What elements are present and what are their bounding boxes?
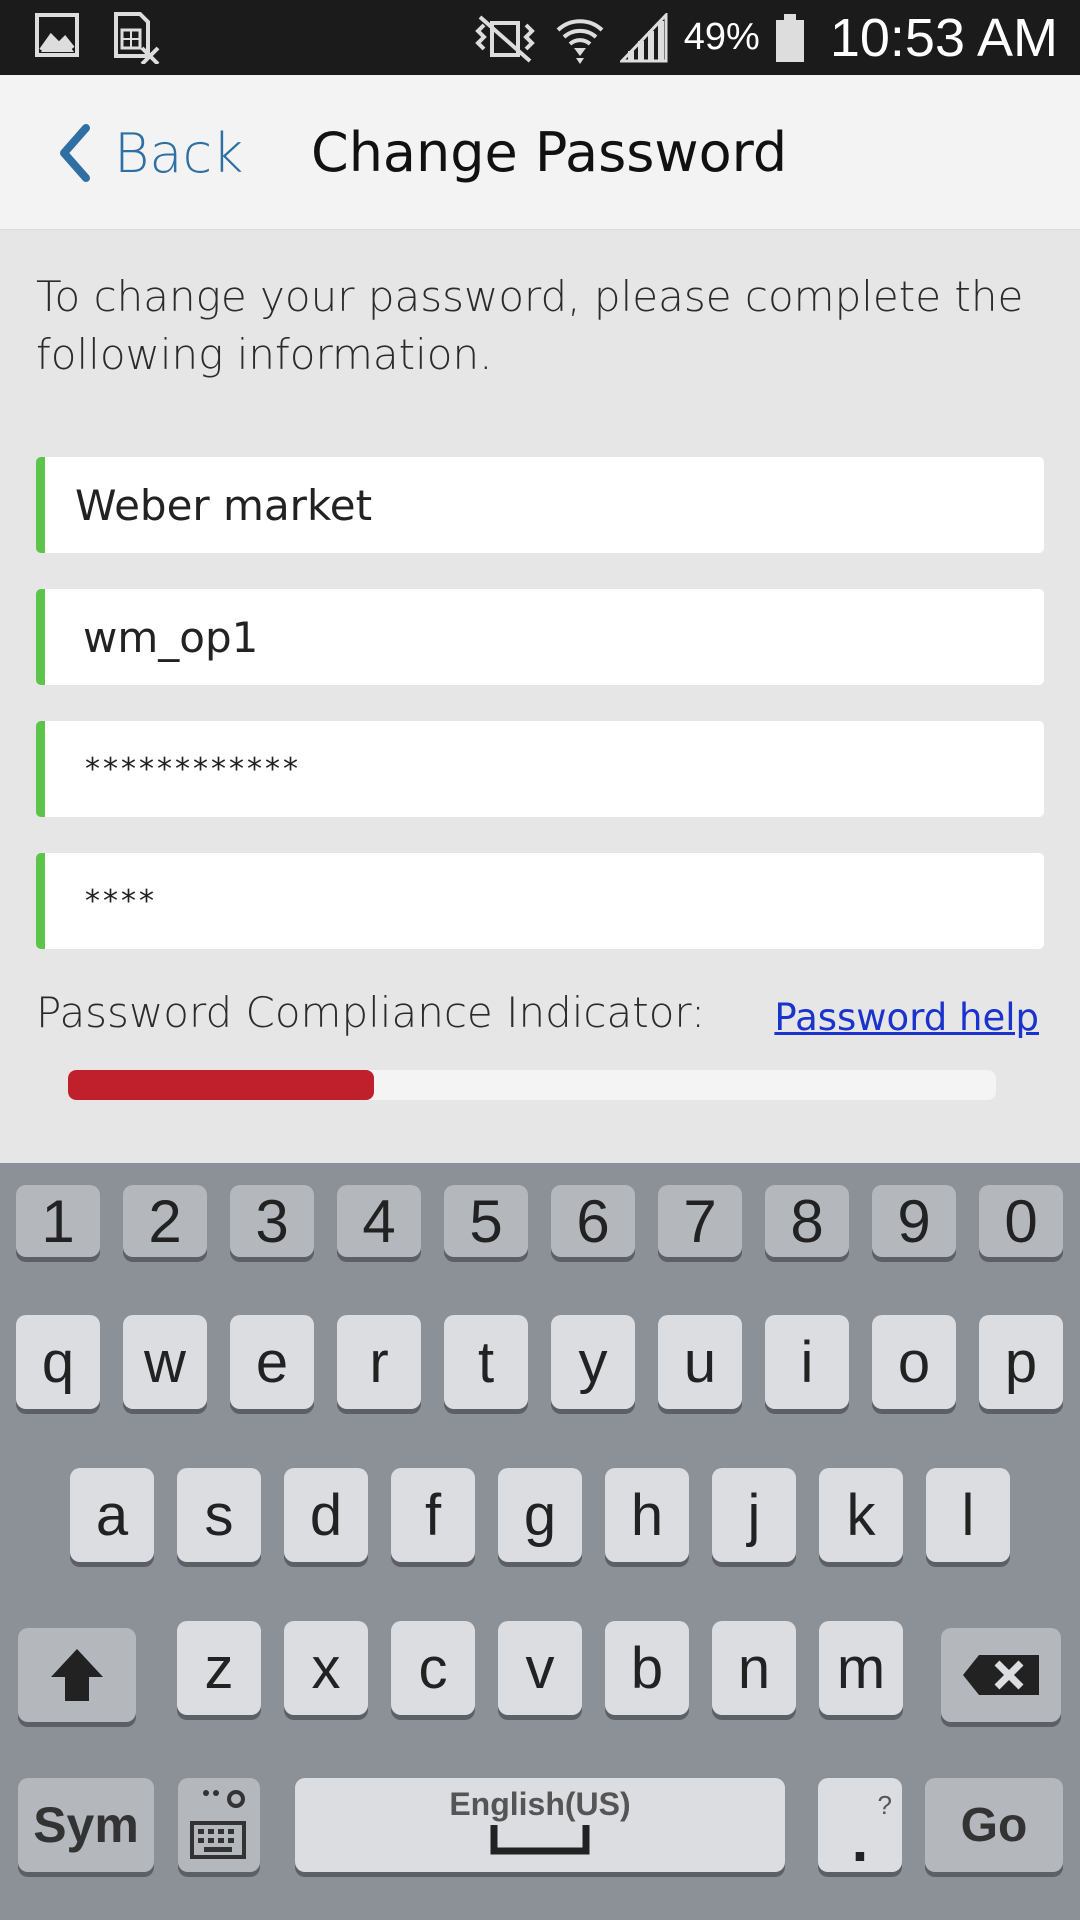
key-c[interactable]: c: [391, 1621, 475, 1715]
key-z[interactable]: z: [177, 1621, 261, 1715]
keyboard-settings-icon: [190, 1790, 246, 1859]
key-7[interactable]: 7: [658, 1185, 742, 1257]
mute-vibrate-icon: [474, 14, 535, 63]
key-s[interactable]: s: [177, 1468, 261, 1562]
key-p[interactable]: p: [979, 1315, 1063, 1409]
key-2[interactable]: 2: [123, 1185, 207, 1257]
period-key-label: .: [851, 1806, 869, 1874]
sym-key[interactable]: Sym: [18, 1778, 154, 1872]
battery-percent: 49%: [683, 16, 760, 58]
app-header: Back Change Password: [0, 75, 1080, 230]
key-u[interactable]: u: [658, 1315, 742, 1409]
key-9[interactable]: 9: [872, 1185, 956, 1257]
period-key[interactable]: ? .: [818, 1778, 902, 1872]
wifi-icon: [556, 18, 604, 64]
key-x[interactable]: x: [284, 1621, 368, 1715]
key-l[interactable]: l: [926, 1468, 1010, 1562]
market-field[interactable]: [36, 457, 1044, 553]
key-k[interactable]: k: [819, 1468, 903, 1562]
current-password-field[interactable]: [36, 721, 1044, 817]
back-label: Back: [114, 121, 244, 185]
chevron-left-icon: [60, 124, 90, 182]
key-a[interactable]: a: [70, 1468, 154, 1562]
compliance-indicator-fill: [68, 1070, 375, 1100]
space-language-label: English(US): [449, 1786, 631, 1822]
page-title: Change Password: [311, 121, 788, 184]
new-password-input[interactable]: [45, 853, 1044, 949]
key-5[interactable]: 5: [444, 1185, 528, 1257]
backspace-key[interactable]: [941, 1628, 1061, 1722]
key-b[interactable]: b: [605, 1621, 689, 1715]
keyboard-settings-key[interactable]: [178, 1778, 260, 1872]
key-w[interactable]: w: [123, 1315, 207, 1409]
key-i[interactable]: i: [765, 1315, 849, 1409]
key-3[interactable]: 3: [230, 1185, 314, 1257]
new-password-field[interactable]: [36, 853, 1044, 949]
username-input[interactable]: [45, 589, 1044, 685]
username-field[interactable]: [36, 589, 1044, 685]
signal-icon: [619, 12, 668, 62]
status-bar: 49% 10:53 AM: [0, 0, 1080, 75]
key-q[interactable]: q: [16, 1315, 100, 1409]
shift-key[interactable]: [18, 1628, 136, 1722]
key-r[interactable]: r: [337, 1315, 421, 1409]
instructions-text: To change your password, please complete…: [36, 272, 1024, 379]
market-input[interactable]: [45, 457, 1044, 553]
space-key[interactable]: English(US): [295, 1778, 785, 1872]
sim-blocked-icon: [114, 12, 160, 64]
key-g[interactable]: g: [498, 1468, 582, 1562]
key-n[interactable]: n: [712, 1621, 796, 1715]
gallery-icon: [35, 13, 79, 57]
key-d[interactable]: d: [284, 1468, 368, 1562]
key-v[interactable]: v: [498, 1621, 582, 1715]
key-y[interactable]: y: [551, 1315, 635, 1409]
space-icon: [490, 1825, 590, 1855]
current-password-input[interactable]: [45, 721, 1044, 817]
back-button[interactable]: Back: [58, 115, 243, 191]
backspace-icon: [963, 1655, 1039, 1695]
password-help-link[interactable]: Password help: [774, 996, 1039, 1039]
key-1[interactable]: 1: [16, 1185, 100, 1257]
compliance-indicator-label: Password Compliance Indicator:: [36, 988, 706, 1037]
key-f[interactable]: f: [391, 1468, 475, 1562]
key-4[interactable]: 4: [337, 1185, 421, 1257]
key-6[interactable]: 6: [551, 1185, 635, 1257]
key-t[interactable]: t: [444, 1315, 528, 1409]
key-h[interactable]: h: [605, 1468, 689, 1562]
period-key-hint: ?: [877, 1789, 892, 1820]
key-o[interactable]: o: [872, 1315, 956, 1409]
clock: 10:53 AM: [829, 7, 1058, 68]
key-j[interactable]: j: [712, 1468, 796, 1562]
key-8[interactable]: 8: [765, 1185, 849, 1257]
go-key[interactable]: Go: [925, 1778, 1063, 1872]
key-m[interactable]: m: [819, 1621, 903, 1715]
shift-icon: [51, 1649, 103, 1701]
key-0[interactable]: 0: [979, 1185, 1063, 1257]
compliance-indicator-bar: [68, 1070, 996, 1100]
battery-icon: [775, 13, 804, 62]
soft-keyboard: Sym English(US) ? . Go 1234567890 qwertyu…: [0, 1163, 1080, 1920]
key-e[interactable]: e: [230, 1315, 314, 1409]
